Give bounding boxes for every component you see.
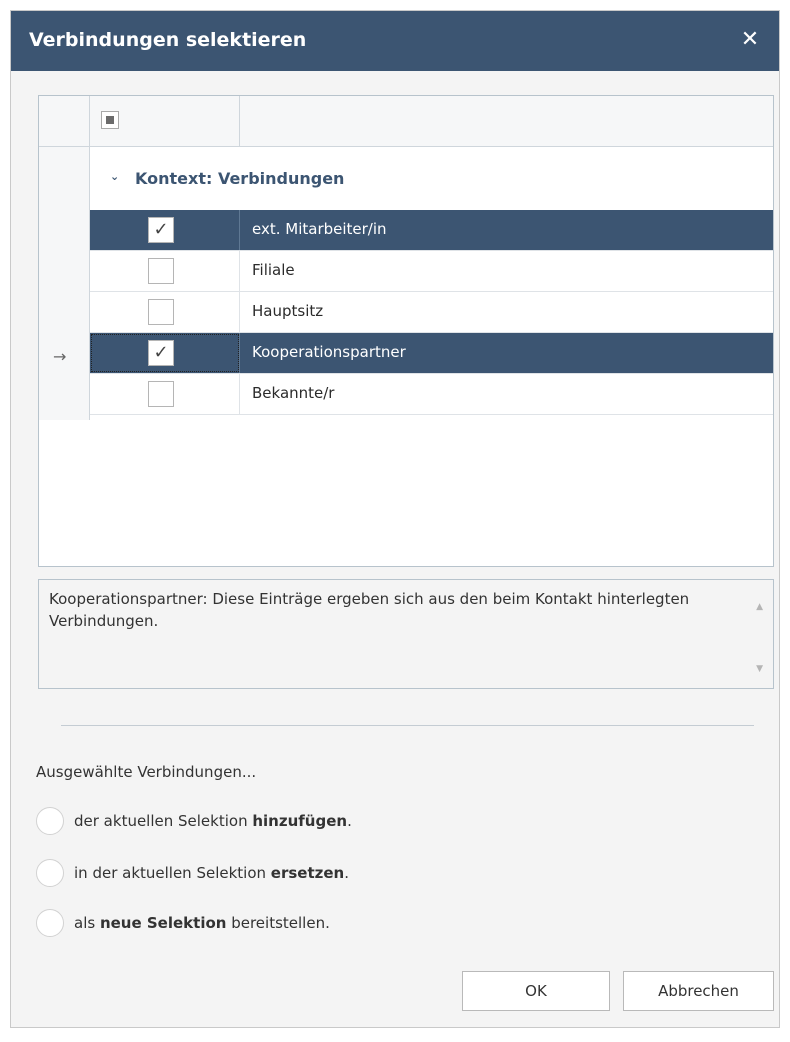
connections-grid: → ⌄ Kontext: Verbindungen ✓ ext. Mitarbe… (38, 95, 774, 567)
row-checkbox[interactable] (148, 299, 174, 325)
grid-row[interactable]: Hauptsitz (90, 292, 773, 333)
radio-button[interactable] (36, 909, 64, 937)
dialog: Verbindungen selektieren ✕ → ⌄ Kontext: … (10, 10, 780, 1028)
grid-row[interactable]: Filiale (90, 251, 773, 292)
row-label: Kooperationspartner (252, 343, 406, 361)
chevron-down-icon[interactable]: ⌄ (110, 170, 119, 183)
focused-row-arrow-icon: → (53, 347, 67, 366)
row-indicator-column: → (39, 147, 90, 420)
select-all-checkbox[interactable] (101, 111, 119, 129)
selection-label: Ausgewählte Verbindungen... (36, 763, 257, 781)
group-label: Kontext: Verbindungen (135, 169, 345, 188)
header-indicator-cell (39, 96, 90, 146)
scroll-up-icon[interactable]: ▲ (756, 602, 763, 612)
description-text: Kooperationspartner: Diese Einträge erge… (49, 590, 690, 630)
grid-row[interactable]: ✓ Kooperationspartner (90, 333, 773, 374)
dialog-title: Verbindungen selektieren (29, 29, 307, 51)
scroll-down-icon[interactable]: ▼ (756, 664, 763, 674)
row-label: Bekannte/r (252, 384, 335, 402)
radio-button[interactable] (36, 859, 64, 887)
close-icon[interactable]: ✕ (735, 25, 765, 55)
row-checkbox[interactable] (148, 381, 174, 407)
grid-row[interactable]: ✓ ext. Mitarbeiter/in (90, 210, 773, 251)
dialog-titlebar: Verbindungen selektieren ✕ (11, 11, 779, 71)
description-box[interactable]: Kooperationspartner: Diese Einträge erge… (38, 579, 774, 689)
grid-row[interactable]: Bekannte/r (90, 374, 773, 415)
row-checkbox[interactable]: ✓ (148, 217, 174, 243)
group-row-kontext[interactable]: ⌄ Kontext: Verbindungen (90, 147, 773, 210)
row-checkbox[interactable]: ✓ (148, 340, 174, 366)
cancel-button[interactable]: Abbrechen (623, 971, 774, 1011)
radio-button[interactable] (36, 807, 64, 835)
row-label: Hauptsitz (252, 302, 324, 320)
row-checkbox[interactable] (148, 258, 174, 284)
radio-label: als neue Selektion bereitstellen. (74, 914, 330, 932)
ok-button[interactable]: OK (462, 971, 610, 1011)
radio-label: der aktuellen Selektion hinzufügen. (74, 812, 352, 830)
radio-label: in der aktuellen Selektion ersetzen. (74, 864, 350, 882)
row-label: Filiale (252, 261, 295, 279)
grid-header (39, 96, 773, 147)
row-label: ext. Mitarbeiter/in (252, 220, 387, 238)
divider (61, 725, 754, 726)
